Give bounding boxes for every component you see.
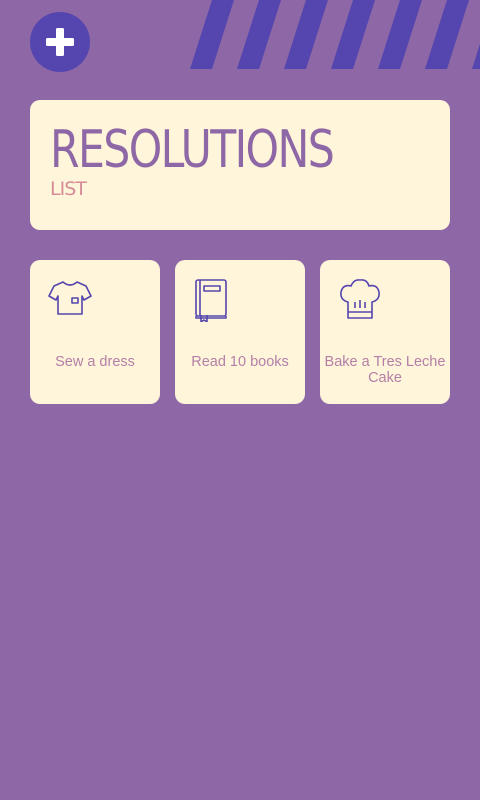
page-subtitle: LIST [50,178,87,200]
add-button[interactable] [30,12,90,72]
resolution-label: Read 10 books [191,354,289,370]
resolution-card-sew[interactable]: Sew a dress [30,260,160,404]
shirt-icon [48,281,92,315]
book-icon [195,279,227,322]
page-title: RESOLUTIONS [50,120,335,180]
resolution-card-bake[interactable]: Bake a Tres Leche Cake [320,260,450,404]
decorative-stripes [190,0,480,69]
plus-icon [46,28,74,56]
resolution-label: Bake a Tres Leche Cake [324,354,446,386]
header-card: RESOLUTIONS LIST [30,100,450,230]
resolutions-grid: Sew a dress Read 10 books Bake a Tres Le… [30,260,450,404]
resolution-label: Sew a dress [55,354,135,370]
chef-hat-icon [340,279,380,319]
resolution-card-read[interactable]: Read 10 books [175,260,305,404]
